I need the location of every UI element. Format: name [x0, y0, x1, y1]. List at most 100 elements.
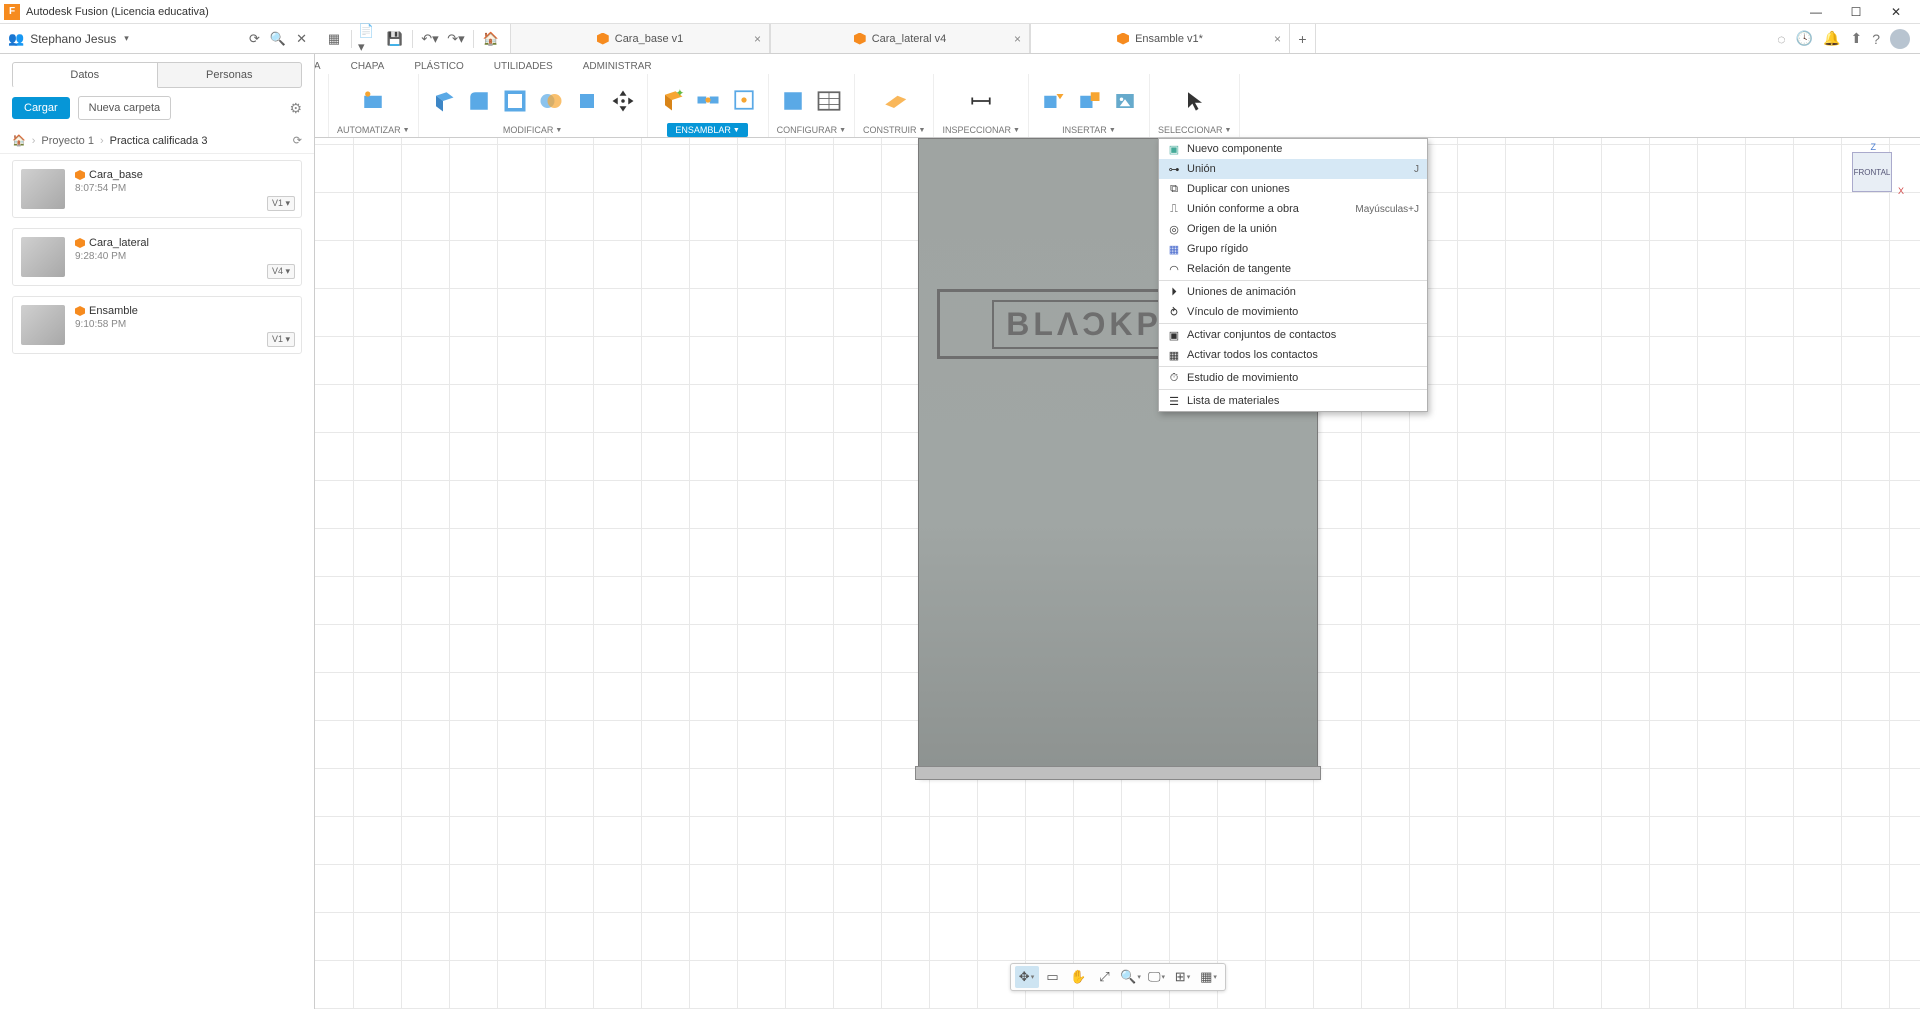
table-icon[interactable]	[813, 85, 845, 117]
menu-todos-contactos[interactable]: ▦Activar todos los contactos	[1159, 345, 1427, 365]
ribbon-tab-chapa[interactable]: CHAPA	[351, 61, 385, 74]
group-label[interactable]: ENSAMBLAR	[675, 125, 731, 135]
component-icon	[854, 33, 866, 45]
joint-origin-icon[interactable]	[728, 84, 760, 116]
file-item[interactable]: Cara_base 8:07:54 PM V1 ▾	[12, 160, 302, 218]
menu-lista-materiales[interactable]: ☰Lista de materiales	[1159, 391, 1427, 411]
menu-vinculo-movimiento[interactable]: ⥁Vínculo de movimiento	[1159, 302, 1427, 322]
data-tab-personas[interactable]: Personas	[158, 62, 303, 88]
align-icon[interactable]	[571, 85, 603, 117]
insert-component-icon[interactable]	[1073, 85, 1105, 117]
username[interactable]: Stephano Jesus	[30, 32, 116, 46]
config-icon[interactable]	[777, 85, 809, 117]
upload-button[interactable]: Cargar	[12, 97, 70, 119]
display-settings-icon[interactable]: 🖵▾	[1145, 966, 1169, 988]
breadcrumb-project[interactable]: Proyecto 1	[41, 135, 94, 147]
team-icon[interactable]: 👥	[8, 31, 24, 47]
model-base[interactable]	[915, 766, 1321, 780]
notifications-icon[interactable]: 🔔	[1823, 30, 1840, 47]
file-menu-icon[interactable]: 📄▾	[358, 28, 380, 50]
ribbon-tab-administrar[interactable]: ADMINISTRAR	[583, 61, 652, 74]
minimize-button[interactable]: —	[1796, 0, 1836, 24]
new-folder-button[interactable]: Nueva carpeta	[78, 96, 172, 120]
group-label[interactable]: SELECCIONAR	[1158, 125, 1223, 135]
group-label[interactable]: INSPECCIONAR	[942, 125, 1011, 135]
combine-icon[interactable]	[535, 85, 567, 117]
close-button[interactable]: ✕	[1876, 0, 1916, 24]
data-tab-datos[interactable]: Datos	[12, 62, 158, 88]
pan-icon[interactable]: ✋	[1067, 966, 1091, 988]
version-badge[interactable]: V4 ▾	[267, 264, 295, 279]
menu-duplicar-uniones[interactable]: ⧉Duplicar con uniones	[1159, 179, 1427, 199]
menu-union-obra[interactable]: ⎍Unión conforme a obraMayúsculas+J	[1159, 199, 1427, 219]
refresh-icon[interactable]: ⟳	[249, 31, 260, 47]
measure-icon[interactable]	[965, 85, 997, 117]
viewport-layout-icon[interactable]: ▦▾	[1197, 966, 1221, 988]
orbit-icon[interactable]: ✥▾	[1015, 966, 1039, 988]
refresh-icon[interactable]: ⟳	[293, 134, 302, 147]
menu-union[interactable]: ⊶UniónJ	[1159, 159, 1427, 179]
grid-settings-icon[interactable]: ⊞▾	[1171, 966, 1195, 988]
viewcube[interactable]: Z FRONTAL X	[1844, 144, 1900, 200]
menu-nuevo-componente[interactable]: ▣Nuevo componente	[1159, 139, 1427, 159]
close-tab-icon[interactable]: ×	[1014, 32, 1021, 46]
group-label[interactable]: AUTOMATIZAR	[337, 125, 401, 135]
undo-icon[interactable]: ↶▾	[419, 28, 441, 50]
group-label[interactable]: INSERTAR	[1062, 125, 1107, 135]
save-icon[interactable]: 💾	[384, 28, 406, 50]
shell-icon[interactable]	[499, 85, 531, 117]
menu-origen-union[interactable]: ◎Origen de la unión	[1159, 219, 1427, 239]
help-icon[interactable]: ?	[1872, 31, 1880, 47]
doc-tab-cara-lateral[interactable]: Cara_lateral v4 ×	[770, 24, 1030, 53]
group-label[interactable]: CONFIGURAR	[777, 125, 838, 135]
breadcrumb-folder[interactable]: Practica calificada 3	[110, 135, 208, 147]
redo-icon[interactable]: ↷▾	[445, 28, 467, 50]
ribbon-tab-plastico[interactable]: PLÁSTICO	[414, 61, 463, 74]
file-item[interactable]: Cara_lateral 9:28:40 PM V4 ▾	[12, 228, 302, 286]
automate-icon[interactable]	[357, 85, 389, 117]
job-status-icon[interactable]: 🕓	[1796, 30, 1813, 47]
maximize-button[interactable]: ☐	[1836, 0, 1876, 24]
viewcube-face[interactable]: FRONTAL	[1852, 152, 1892, 192]
home-icon[interactable]: 🏠	[12, 134, 26, 147]
menu-tangente[interactable]: ◠Relación de tangente	[1159, 259, 1427, 279]
select-icon[interactable]	[1179, 85, 1211, 117]
close-tab-icon[interactable]: ×	[1274, 32, 1281, 46]
look-at-icon[interactable]: ▭	[1041, 966, 1065, 988]
decal-icon[interactable]	[1109, 85, 1141, 117]
zoom-icon[interactable]: ⤢	[1093, 966, 1117, 988]
insert-derive-icon[interactable]	[1037, 85, 1069, 117]
extensions-icon[interactable]: ◌	[1777, 31, 1785, 47]
fillet-icon[interactable]	[463, 85, 495, 117]
zoom-window-icon[interactable]: 🔍▾	[1119, 966, 1143, 988]
home-icon[interactable]: 🏠	[480, 28, 502, 50]
joint-icon[interactable]	[692, 84, 724, 116]
close-panel-icon[interactable]: ✕	[296, 31, 307, 47]
settings-icon[interactable]: ⚙	[289, 100, 302, 117]
move-icon[interactable]	[607, 85, 639, 117]
doc-tab-ensamble[interactable]: Ensamble v1* ×	[1030, 24, 1290, 53]
group-label[interactable]: MODIFICAR	[503, 125, 554, 135]
updates-icon[interactable]: ⬆	[1850, 30, 1862, 47]
grid-apps-icon[interactable]: ▦	[323, 28, 345, 50]
version-badge[interactable]: V1 ▾	[267, 196, 295, 211]
menu-conjuntos-contactos[interactable]: ▣Activar conjuntos de contactos	[1159, 325, 1427, 345]
file-item[interactable]: Ensamble 9:10:58 PM V1 ▾	[12, 296, 302, 354]
plane-icon[interactable]	[878, 85, 910, 117]
version-badge[interactable]: V1 ▾	[267, 332, 295, 347]
press-pull-icon[interactable]	[427, 85, 459, 117]
doc-tab-cara-base[interactable]: Cara_base v1 ×	[510, 24, 770, 53]
file-time: 9:10:58 PM	[75, 319, 138, 330]
canvas[interactable]: BLΛƆKPIИK Z FRONTAL X ✥▾ ▭ ✋ ⤢ 🔍▾ 🖵▾ ⊞▾ …	[315, 138, 1920, 1009]
account-avatar[interactable]	[1890, 29, 1910, 49]
new-component-icon[interactable]: ✦	[656, 84, 688, 116]
close-tab-icon[interactable]: ×	[754, 32, 761, 46]
menu-uniones-animacion[interactable]: ⏵Uniones de animación	[1159, 282, 1427, 302]
menu-grupo-rigido[interactable]: ▦Grupo rígido	[1159, 239, 1427, 259]
chevron-down-icon[interactable]: ▾	[124, 33, 129, 44]
menu-estudio-movimiento[interactable]: ⏱Estudio de movimiento	[1159, 368, 1427, 388]
new-tab-button[interactable]: +	[1290, 24, 1316, 53]
search-icon[interactable]: 🔍	[270, 31, 286, 47]
group-label[interactable]: CONSTRUIR	[863, 125, 917, 135]
ribbon-tab-utilidades[interactable]: UTILIDADES	[494, 61, 553, 74]
